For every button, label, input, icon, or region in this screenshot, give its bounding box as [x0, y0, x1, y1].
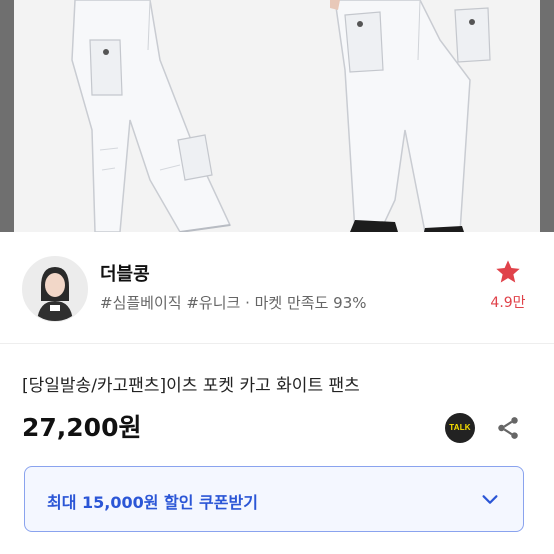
- seller-name[interactable]: 더블콩: [100, 260, 150, 286]
- cargo-pants-photo: [71, 0, 491, 232]
- seller-avatar[interactable]: [22, 256, 88, 322]
- share-icon[interactable]: [495, 415, 521, 441]
- avatar-illustration: [23, 257, 87, 321]
- seller-tags: #심플베이직 #유니크 · 마켓 만족도 93%: [100, 294, 367, 312]
- coupon-button[interactable]: 최대 15,000원 할인 쿠폰받기: [24, 466, 524, 532]
- favorite-button[interactable]: 4.9만: [485, 258, 531, 312]
- seller-section[interactable]: 더블콩 #심플베이직 #유니크 · 마켓 만족도 93% 4.9만: [0, 240, 554, 340]
- product-image[interactable]: [0, 0, 554, 232]
- product-price: 27,200원: [22, 413, 142, 442]
- product-title: [당일발송/카고팬츠]이츠 포켓 카고 화이트 팬츠: [22, 376, 360, 396]
- kakaotalk-icon[interactable]: TALK: [445, 413, 475, 443]
- section-divider: [0, 343, 554, 344]
- star-icon[interactable]: [494, 258, 522, 286]
- chevron-down-icon[interactable]: [479, 489, 501, 511]
- coupon-label: 최대 15,000원 할인 쿠폰받기: [47, 493, 258, 512]
- favorite-count: 4.9만: [490, 295, 526, 311]
